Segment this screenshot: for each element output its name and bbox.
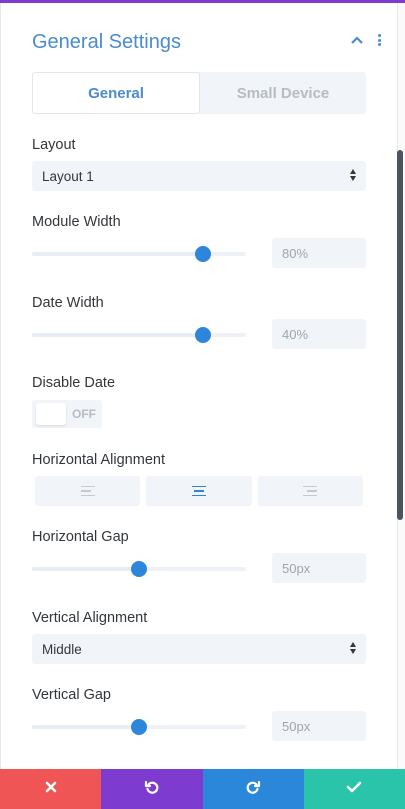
slider-thumb[interactable] [195,246,212,262]
vertical-alignment-select[interactable]: Middle [32,634,366,664]
horizontal-gap-input[interactable]: 50px [272,553,366,583]
tab-general[interactable]: General [32,72,200,114]
cancel-button[interactable] [0,769,102,809]
tab-small-device[interactable]: Small Device [200,72,366,114]
save-button[interactable] [303,769,405,809]
align-left-icon [80,485,95,497]
module-width-label: Module Width [32,214,121,230]
slider-thumb[interactable] [195,327,212,343]
horizontal-gap-slider[interactable] [32,561,246,577]
horizontal-alignment-label: Horizontal Alignment [32,452,165,468]
undo-icon [144,779,160,800]
check-icon [346,780,362,798]
slider-thumb[interactable] [131,719,147,735]
panel-title: General Settings [32,30,181,53]
action-footer [0,769,405,809]
undo-button[interactable] [101,769,203,809]
panel-header: General Settings [32,27,382,57]
date-width-input[interactable]: 40% [272,319,366,349]
slider-thumb[interactable] [131,561,147,577]
align-center-button[interactable] [146,476,252,506]
redo-icon [245,779,261,800]
date-width-label: Date Width [32,295,104,311]
vertical-alignment-value: Middle [42,641,82,657]
close-icon [45,780,57,798]
toggle-knob [36,403,66,425]
module-width-slider[interactable] [32,246,246,262]
redo-button[interactable] [202,769,304,809]
align-left-button[interactable] [35,476,141,506]
horizontal-alignment-group [35,476,363,506]
vertical-gap-input[interactable]: 50px [272,711,366,741]
chevron-up-icon[interactable] [350,33,364,47]
disable-date-label: Disable Date [32,375,116,391]
layout-select[interactable]: Layout 1 [32,161,366,191]
align-right-icon [303,485,318,497]
vertical-gap-label: Vertical Gap [32,687,111,703]
tab-bar: General Small Device [32,72,366,114]
scrollbar[interactable] [397,150,403,520]
kebab-menu-icon[interactable] [376,33,382,47]
toggle-state-text: OFF [72,407,96,421]
disable-date-toggle[interactable]: OFF [32,400,102,428]
horizontal-gap-label: Horizontal Gap [32,529,129,545]
layout-select-value: Layout 1 [42,168,94,184]
align-right-button[interactable] [257,476,363,506]
date-width-slider[interactable] [32,327,246,343]
select-arrows-icon [350,642,356,654]
module-width-input[interactable]: 80% [272,238,366,268]
select-arrows-icon [350,169,356,181]
layout-label: Layout [32,137,76,153]
vertical-alignment-label: Vertical Alignment [32,610,148,626]
align-center-icon [191,485,206,497]
vertical-gap-slider[interactable] [32,719,246,735]
